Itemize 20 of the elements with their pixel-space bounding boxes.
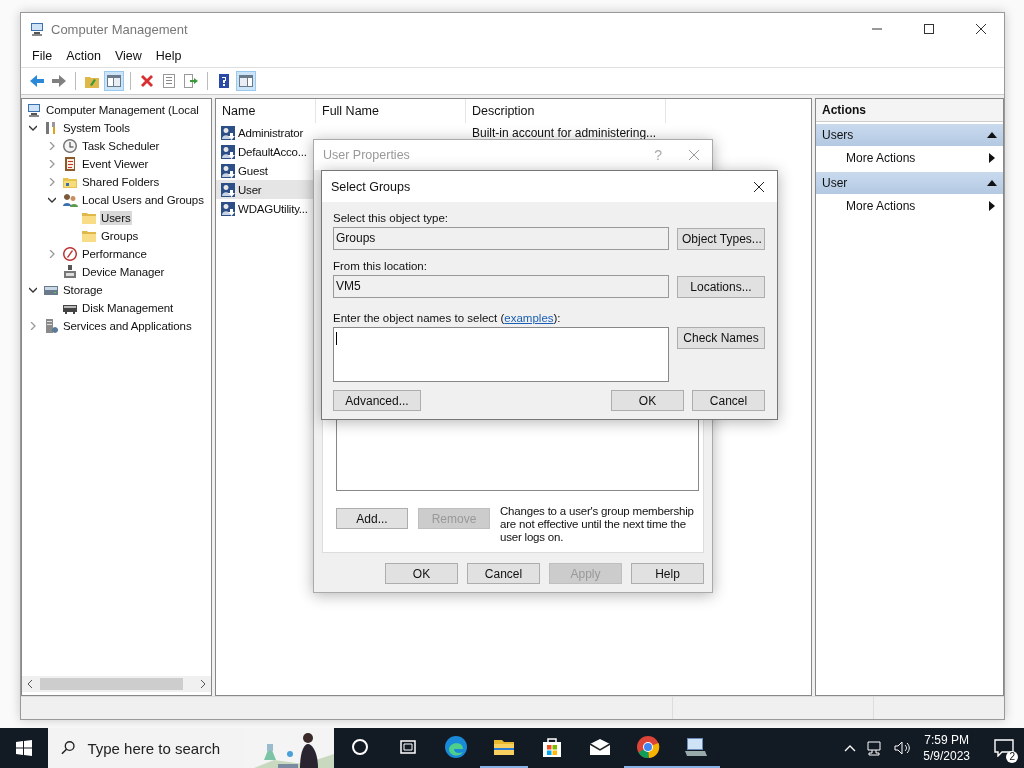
user-name: User <box>238 183 262 196</box>
user-name: WDAGUtility... <box>238 202 308 215</box>
notification-count: 2 <box>1006 751 1018 763</box>
dialog-title: Select Groups <box>331 179 411 194</box>
window-title: Computer Management <box>51 21 188 37</box>
object-type-field: Groups <box>333 227 669 250</box>
user-name: Guest <box>238 164 268 177</box>
field-label: Select this object type: <box>333 212 450 224</box>
field-label: Enter the object names to select ( <box>333 312 505 324</box>
field-label: From this location: <box>333 260 428 272</box>
description: Built-in account for administering... <box>472 125 657 140</box>
dialog-title: User Properties <box>323 148 410 162</box>
actions-title: Actions <box>816 99 1003 122</box>
location-field: VM5 <box>333 275 669 298</box>
membership-note: Changes to a user's group membership are not effective until the next time the user logs on. <box>500 505 695 544</box>
section-title: User <box>822 176 848 190</box>
section-title: Users <box>822 128 854 142</box>
field-label: ): <box>553 312 561 324</box>
user-name: DefaultAcco... <box>238 145 307 158</box>
user-name: Administrator <box>238 126 304 139</box>
